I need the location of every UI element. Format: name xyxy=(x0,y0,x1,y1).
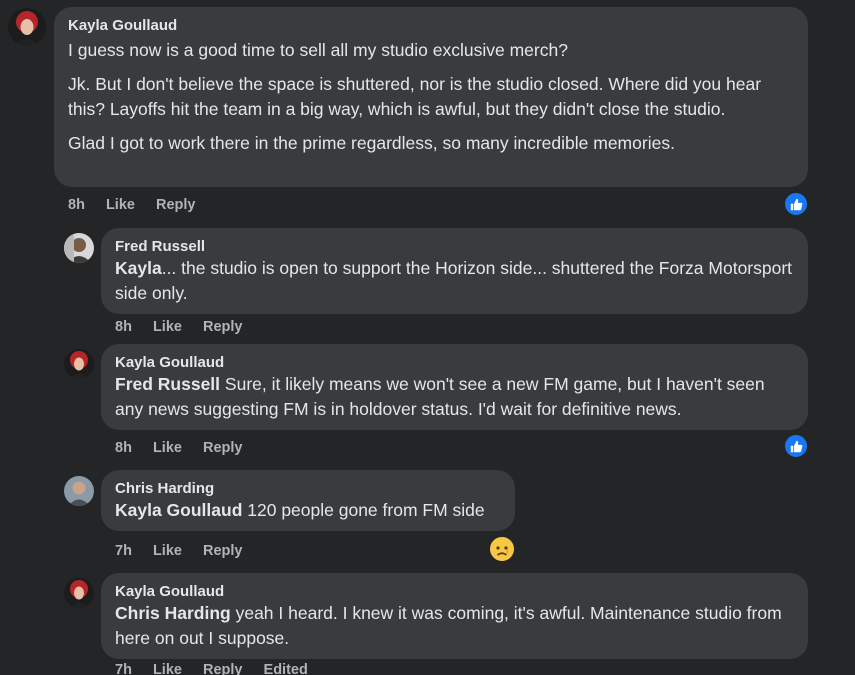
comment-author[interactable]: Fred Russell xyxy=(115,237,794,256)
comment-actions: 8h Like Reply xyxy=(115,319,260,335)
comment-text: Kayla Goullaud 120 people gone from FM s… xyxy=(115,500,485,520)
avatar[interactable] xyxy=(64,476,94,506)
like-button[interactable]: Like xyxy=(153,440,182,456)
avatar[interactable] xyxy=(64,233,94,263)
comment-timestamp[interactable]: 8h xyxy=(68,197,85,213)
comment-text: Chris Harding yeah I heard. I knew it wa… xyxy=(115,603,782,648)
comment-actions: 8h Like Reply xyxy=(115,440,260,456)
comment-timestamp[interactable]: 7h xyxy=(115,543,132,559)
comment-timestamp[interactable]: 7h xyxy=(115,662,132,675)
comment-author[interactable]: Kayla Goullaud xyxy=(68,16,794,35)
like-button[interactable]: Like xyxy=(106,197,135,213)
mention-link[interactable]: Chris Harding xyxy=(115,603,231,623)
comment-timestamp[interactable]: 8h xyxy=(115,440,132,456)
comment-actions: 7h Like Reply Edited xyxy=(115,662,325,675)
mention-link[interactable]: Kayla xyxy=(115,258,162,278)
edited-label: Edited xyxy=(263,662,308,675)
reply-button[interactable]: Reply xyxy=(203,662,243,675)
comment-thread: Kayla Goullaud I guess now is a good tim… xyxy=(0,0,855,675)
comment-actions: 7h Like Reply xyxy=(115,543,260,559)
comment-text: Kayla... the studio is open to support t… xyxy=(115,258,793,303)
like-button[interactable]: Like xyxy=(153,319,182,335)
like-button[interactable]: Like xyxy=(153,543,182,559)
reply-button[interactable]: Reply xyxy=(203,440,243,456)
comment-text: Fred Russell Sure, it likely means we wo… xyxy=(115,374,765,419)
comment-bubble: Fred Russell Kayla... the studio is open… xyxy=(101,228,808,314)
comment-bubble: Chris Harding Kayla Goullaud 120 people … xyxy=(101,470,515,531)
like-reaction-icon[interactable] xyxy=(783,191,809,217)
comment-actions: 8h Like Reply xyxy=(68,197,213,213)
avatar[interactable] xyxy=(64,349,94,379)
mention-link[interactable]: Fred Russell xyxy=(115,374,220,394)
comment-text: Glad I got to work there in the prime re… xyxy=(68,133,675,153)
avatar[interactable] xyxy=(8,8,46,46)
like-reaction-icon[interactable] xyxy=(783,433,809,459)
comment-bubble: Kayla Goullaud I guess now is a good tim… xyxy=(54,7,808,187)
reply-button[interactable]: Reply xyxy=(203,543,243,559)
comment-bubble: Kayla Goullaud Chris Harding yeah I hear… xyxy=(101,573,808,659)
comment-timestamp[interactable]: 8h xyxy=(115,319,132,335)
reply-button[interactable]: Reply xyxy=(203,319,243,335)
comment-text: I guess now is a good time to sell all m… xyxy=(68,40,568,60)
comment-text: Jk. But I don't believe the space is shu… xyxy=(68,74,762,119)
comment-bubble: Kayla Goullaud Fred Russell Sure, it lik… xyxy=(101,344,808,430)
sad-reaction-icon[interactable] xyxy=(488,535,516,563)
comment-author[interactable]: Kayla Goullaud xyxy=(115,582,794,601)
comment-author[interactable]: Kayla Goullaud xyxy=(115,353,794,372)
like-button[interactable]: Like xyxy=(153,662,182,675)
avatar[interactable] xyxy=(64,578,94,608)
reply-button[interactable]: Reply xyxy=(156,197,196,213)
mention-link[interactable]: Kayla Goullaud xyxy=(115,500,242,520)
comment-author[interactable]: Chris Harding xyxy=(115,479,501,498)
